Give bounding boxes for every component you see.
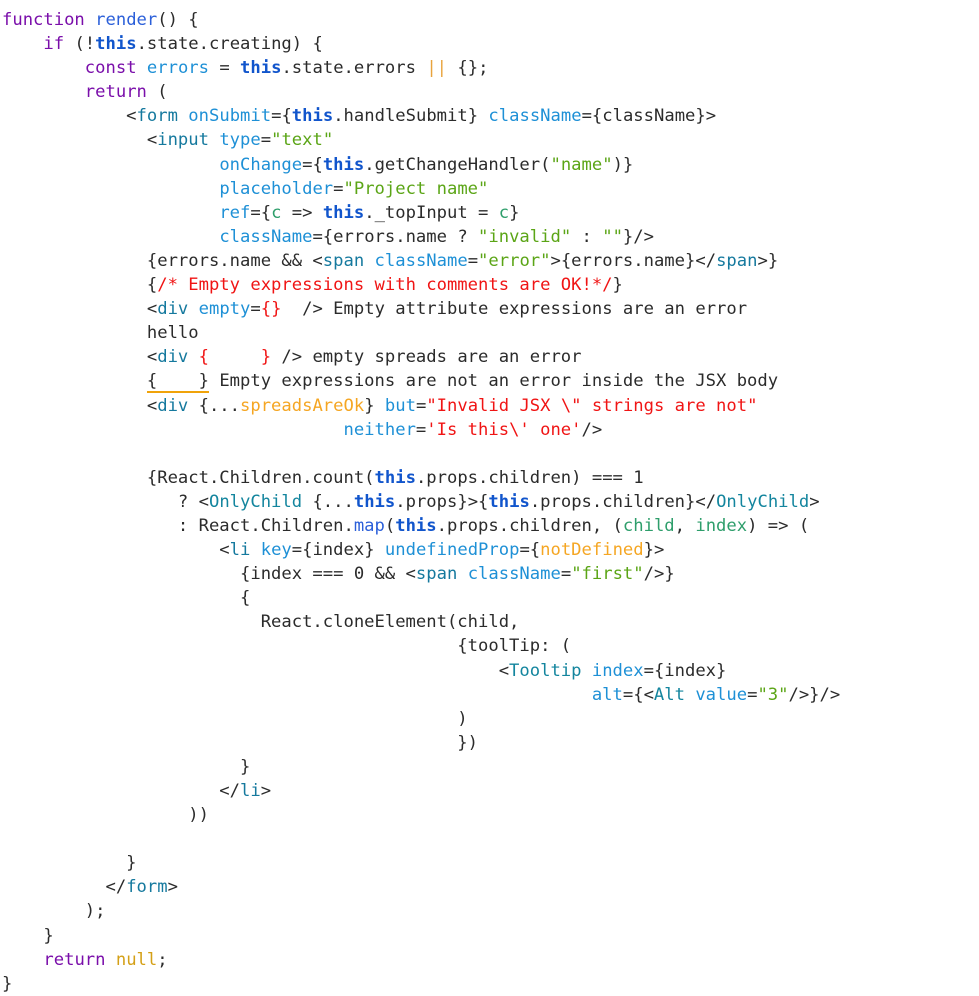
code-line: } xyxy=(2,853,137,874)
code-line: {/* Empty expressions with comments are … xyxy=(2,275,623,296)
code-line: ) xyxy=(2,708,468,729)
code-line: { } Empty expressions are not an error i… xyxy=(146,371,779,394)
code-line: {index === 0 && <span className="first"/… xyxy=(2,564,675,585)
code-line: React.cloneElement(child, xyxy=(2,612,520,633)
code-line: <div empty={} /> Empty attribute express… xyxy=(2,299,748,320)
code-line: className={errors.name ? "invalid" : ""}… xyxy=(219,226,654,247)
code-editor-surface: function render() { if (!this.state.crea… xyxy=(0,0,979,994)
code-line: ? <OnlyChild {...this.props}>{this.props… xyxy=(2,491,820,512)
code-line: : React.Children.map(this.props.children… xyxy=(2,515,810,536)
code-line: <input type="text" xyxy=(2,130,334,151)
code-line: placeholder="Project name" xyxy=(219,178,489,199)
code-line: <div {...spreadsAreOk} but="Invalid JSX … xyxy=(2,395,758,416)
code-line: function render() { xyxy=(2,10,199,30)
code-line: } xyxy=(2,973,13,994)
code-line: } xyxy=(2,756,251,777)
code-line: return ( xyxy=(84,82,168,103)
code-line: <form onSubmit={this.handleSubmit} class… xyxy=(2,106,717,127)
code-line: </form> xyxy=(2,877,178,898)
code-line: {toolTip: ( xyxy=(2,636,572,657)
code-line: return null; xyxy=(43,949,168,970)
code-line: )) xyxy=(2,805,209,826)
code-line: <div { } /> empty spreads are an error xyxy=(2,347,582,368)
code-line: hello xyxy=(2,323,199,344)
code-line: ); xyxy=(2,901,106,922)
code-line: } xyxy=(2,925,54,946)
code-line: if (!this.state.creating) { xyxy=(43,34,323,55)
code-line: </li> xyxy=(2,781,272,801)
code-line: neither='Is this\' one'/> xyxy=(343,419,603,440)
code-line: alt={<Alt value="3"/>}/> xyxy=(591,684,841,705)
code-line: <li key={index} undefinedProp={notDefine… xyxy=(2,540,665,561)
code-line: }) xyxy=(2,732,478,753)
code-line: <Tooltip index={index} xyxy=(2,660,727,681)
source-code-listing[interactable]: function render() { if (!this.state.crea… xyxy=(0,0,979,996)
code-line: onChange={this.getChangeHandler("name")} xyxy=(219,154,634,175)
code-line: { xyxy=(2,588,251,609)
code-line: {React.Children.count(this.props.childre… xyxy=(2,467,644,488)
code-line: {errors.name && <span className="error">… xyxy=(2,250,779,271)
code-line: ref={c => this._topInput = c} xyxy=(219,202,520,223)
code-line: const errors = this.state.errors || {}; xyxy=(84,58,489,79)
